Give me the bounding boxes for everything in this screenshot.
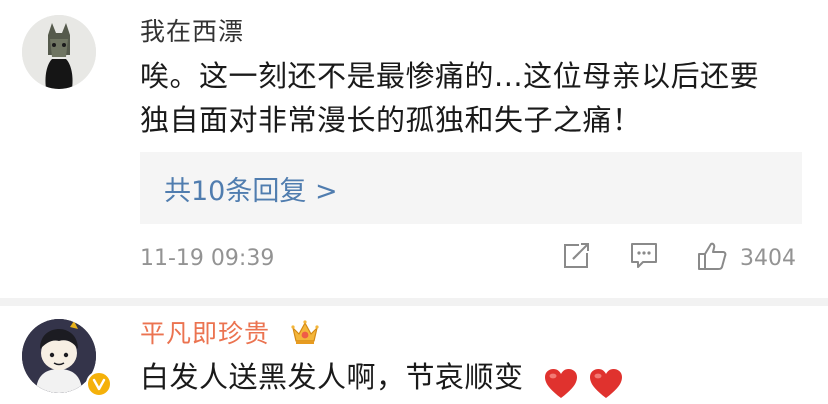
replies-panel[interactable]: 共10条回复 > <box>140 152 802 224</box>
heart-emoji <box>588 368 624 400</box>
verified-badge <box>86 371 112 397</box>
avatar[interactable] <box>22 15 96 89</box>
divider <box>0 298 828 306</box>
comment-text-line: 唉。这一刻还不是最惨痛的...这位母亲以后还要 <box>140 59 760 93</box>
username[interactable]: 我在西漂 <box>140 12 244 48</box>
cartoon-character-avatar-icon <box>22 319 96 393</box>
share-button[interactable] <box>562 240 592 270</box>
crown-badge-icon <box>291 320 319 344</box>
thumbs-up-icon <box>698 242 727 270</box>
comment-text: 唉。这一刻还不是最惨痛的...这位母亲以后还要 独自面对非常漫长的孤独和失子之痛… <box>140 54 820 142</box>
comment-text: 白发人送黑发人啊，节哀顺变 <box>140 360 524 394</box>
verified-v-icon <box>92 378 106 391</box>
heart-icon <box>590 369 622 398</box>
heart-emoji <box>543 368 579 400</box>
share-icon <box>564 241 591 268</box>
reply-button[interactable] <box>629 240 659 270</box>
black-cat-avatar-icon <box>22 15 96 89</box>
avatar[interactable] <box>22 319 96 393</box>
comment-text-line: 独自面对非常漫长的孤独和失子之痛！ <box>140 103 642 137</box>
comment-item: 平凡即珍贵 白发人送黑发人啊，节哀顺变 <box>0 306 828 403</box>
comment-item: 我在西漂 唉。这一刻还不是最惨痛的...这位母亲以后还要 独自面对非常漫长的孤独… <box>0 0 828 298</box>
username[interactable]: 平凡即珍贵 <box>140 314 270 350</box>
like-button[interactable] <box>696 240 728 272</box>
view-replies-link[interactable]: 共10条回复 > <box>164 169 338 208</box>
like-count: 3404 <box>740 246 796 271</box>
heart-icon <box>545 369 577 398</box>
crown-badge[interactable] <box>290 318 320 346</box>
comment-timestamp: 11-19 09:39 <box>140 246 275 271</box>
comment-icon <box>631 243 657 268</box>
